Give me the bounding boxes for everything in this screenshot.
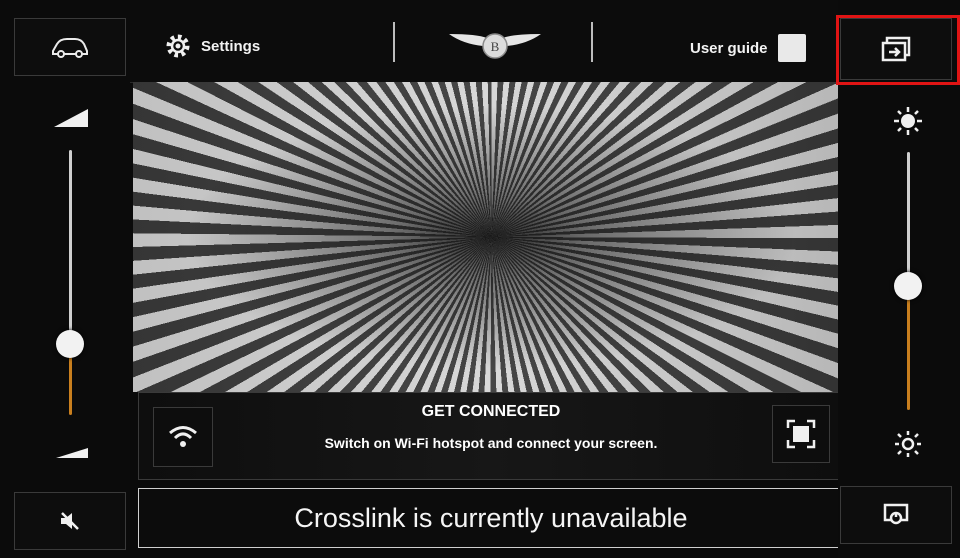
topbar-divider-right [591, 22, 593, 62]
fullscreen-button[interactable] [772, 405, 830, 463]
left-control-column [0, 0, 130, 558]
gear-icon [166, 34, 190, 58]
winged-logo: B [449, 33, 541, 59]
topbar-divider-left [393, 22, 395, 62]
background-image [133, 82, 850, 392]
mute-button[interactable] [14, 492, 126, 550]
status-bar: Crosslink is currently unavailable [138, 488, 844, 548]
settings-label: Settings [201, 37, 261, 55]
volume-slider[interactable] [56, 150, 84, 420]
settings-button[interactable]: Settings [165, 33, 260, 59]
user-guide-button[interactable]: User guide [690, 34, 806, 62]
user-guide-icon [777, 34, 806, 62]
volume-low-icon [56, 448, 88, 458]
volume-high-icon [54, 109, 88, 127]
get-connected-panel: GET CONNECTED Switch on Wi-Fi hotspot an… [138, 392, 844, 480]
infotainment-screen: Settings B User guide GET CONNECTED Swit… [0, 0, 960, 558]
sun-icon [894, 107, 922, 135]
volume-slider-track [69, 150, 72, 350]
mute-icon [61, 512, 79, 530]
car-icon [52, 38, 88, 58]
brightness-slider-knob[interactable] [894, 272, 922, 300]
display-icon [883, 503, 909, 525]
svg-text:B: B [491, 39, 500, 54]
get-connected-title: GET CONNECTED [421, 403, 561, 420]
sun-small-icon [895, 431, 921, 457]
highlight-box [836, 15, 960, 85]
brightness-slider-fill [907, 288, 910, 410]
status-message: Crosslink is currently unavailable [294, 502, 688, 533]
brightness-slider-track [907, 152, 910, 280]
volume-slider-fill [69, 350, 72, 415]
volume-slider-knob[interactable] [56, 330, 84, 358]
car-button[interactable] [14, 18, 126, 76]
display-off-button[interactable] [840, 486, 952, 544]
brightness-slider[interactable] [894, 152, 922, 414]
get-connected-subtitle: Switch on Wi-Fi hotspot and connect your… [324, 435, 658, 451]
user-guide-label: User guide [690, 39, 768, 57]
fullscreen-icon [786, 419, 816, 449]
